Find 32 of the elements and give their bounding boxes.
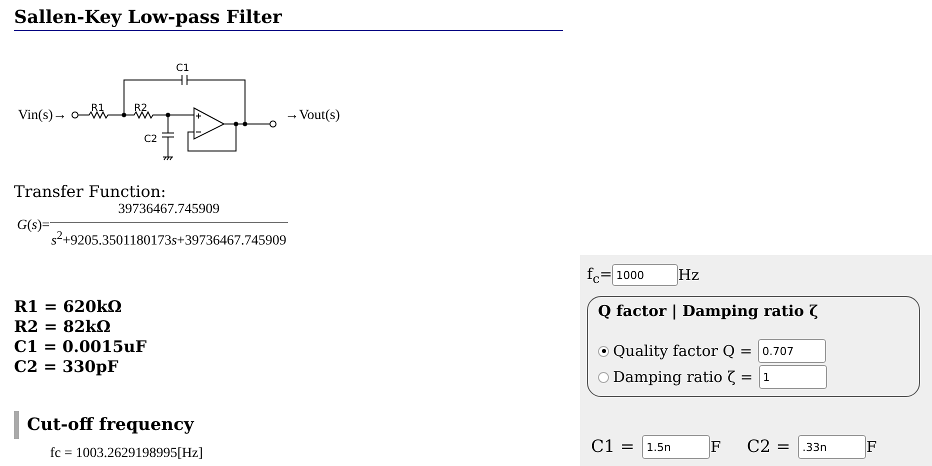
unit-label: F (866, 438, 877, 456)
unit-label: Hz (678, 266, 700, 284)
denominator: s$^{2}$+9205.3501180173s+39736467.745909 (51, 228, 286, 251)
capacitor-label: C1 = (591, 437, 634, 457)
input-field[interactable]: 1000 (612, 264, 678, 286)
component-label: C2 (144, 134, 158, 145)
numerator: 39736467.745909 (50, 202, 288, 223)
radio-button[interactable] (598, 372, 609, 382)
input-field[interactable]: .33n (798, 435, 866, 459)
formula-lhs: G(s)= (17, 218, 50, 234)
section-heading: Transfer Function: (14, 182, 168, 202)
input-field[interactable]: 0.707 (758, 339, 826, 363)
option-label: Quality factor Q = (613, 342, 752, 360)
component-label: R1 (91, 103, 104, 114)
input-label: Vin(s)→ (18, 108, 67, 123)
component-value: C2 = 330pF (14, 356, 120, 377)
cutoff-result: fc = 1003.2629198995[Hz] (50, 446, 204, 462)
capacitor-label: C2 = (746, 437, 790, 457)
radio-button[interactable] (598, 346, 609, 356)
component-label: R2 (134, 103, 148, 114)
component-value: C1 = 0.0015uF (14, 336, 148, 357)
component-label: C1 (176, 63, 190, 74)
component-value: R2 = 82kΩ (14, 316, 112, 337)
group-title: Q factor | Damping ratio ζ (598, 301, 820, 321)
input-field[interactable]: 1 (758, 365, 827, 389)
page-title: Sallen-Key Low-pass Filter (14, 6, 283, 29)
component-value: R1 = 620kΩ (14, 296, 123, 317)
fc-label: f$_{c}$= (587, 264, 612, 286)
option-label: Damping ratio ζ = (613, 368, 753, 386)
unit-label: F (710, 438, 721, 456)
output-label: →Vout(s) (285, 108, 340, 123)
input-field[interactable]: 1.5n (642, 435, 710, 459)
